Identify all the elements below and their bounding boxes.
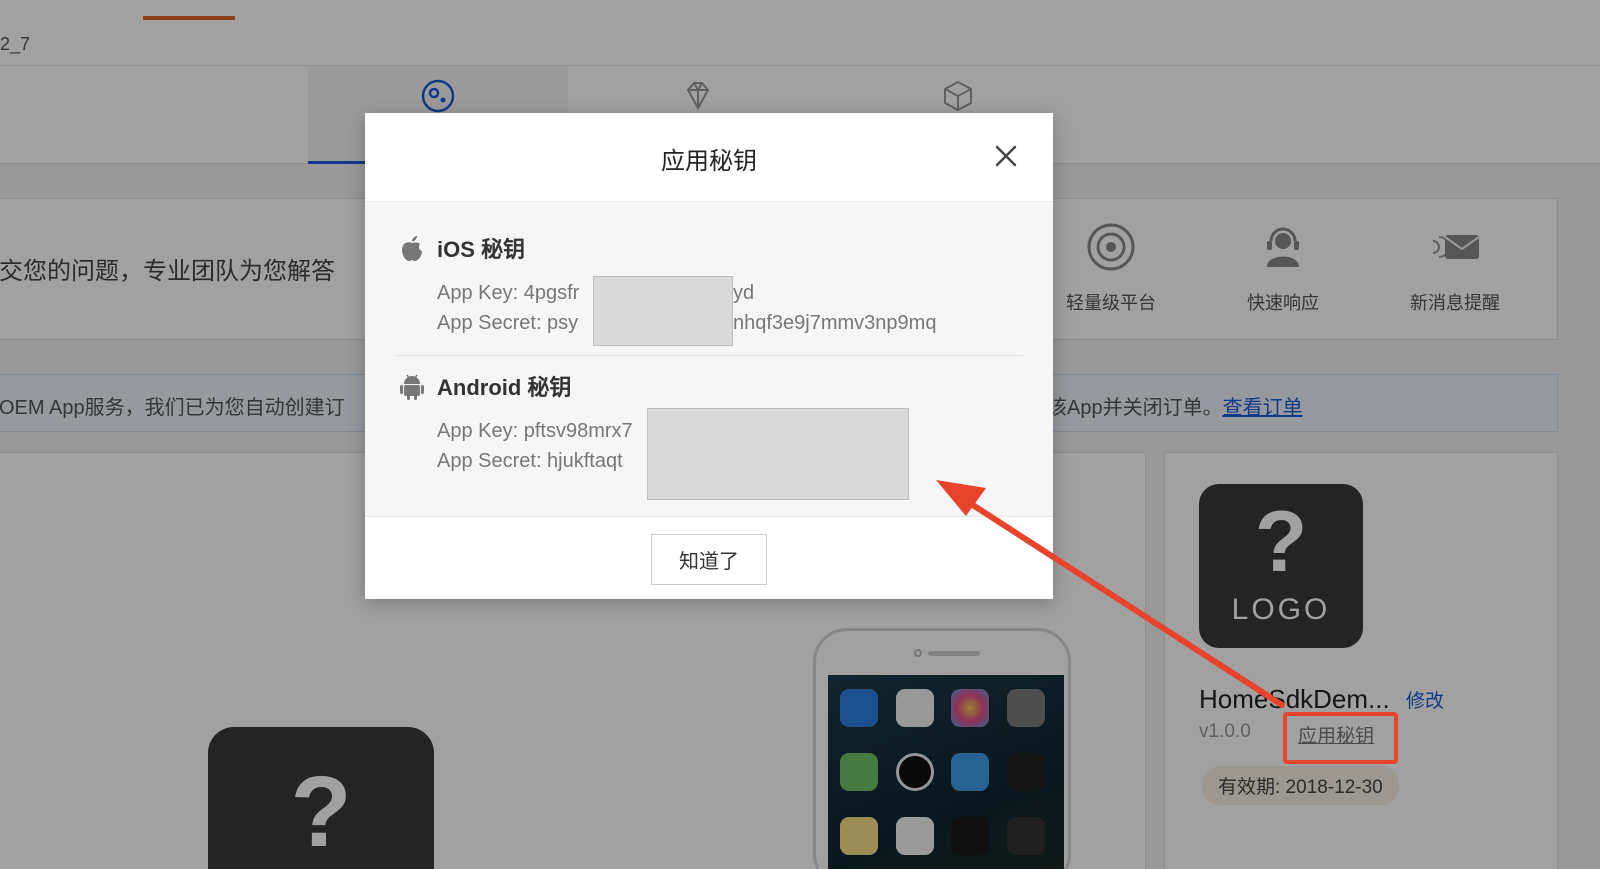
dialog-footer: 知道了 [365, 516, 1053, 599]
got-it-button[interactable]: 知道了 [651, 534, 767, 585]
ios-app-secret-end: nhqf3e9j7mmv3np9mq [733, 312, 937, 334]
ios-heading-text: iOS 秘钥 [437, 237, 526, 262]
ios-section-heading: iOS 秘钥 [399, 232, 525, 264]
redaction-box [593, 276, 733, 346]
android-app-secret-start: App Secret: hjukftaqt [437, 450, 623, 472]
ios-app-key-end: yd [733, 282, 755, 304]
dialog-title: 应用秘钥 [661, 148, 757, 175]
close-icon[interactable] [993, 143, 1019, 169]
dialog-body: iOS 秘钥 App Key: 4pgsfr yd App Secret: ps… [365, 202, 1053, 516]
secret-link-highlight [1283, 712, 1398, 764]
ios-app-key-start: App Key: 4pgsfr [437, 282, 580, 304]
redaction-box [647, 408, 909, 500]
android-section-heading: Android 秘钥 [399, 370, 571, 402]
android-heading-text: Android 秘钥 [437, 375, 572, 400]
apple-icon [402, 236, 422, 261]
android-icon [400, 374, 424, 400]
app-secret-dialog: 应用秘钥 iOS 秘钥 App Key: 4pgsfr yd App Secre… [365, 113, 1053, 599]
dialog-header: 应用秘钥 [365, 113, 1053, 202]
ios-app-secret-start: App Secret: psy [437, 312, 579, 334]
android-app-key-start: App Key: pftsv98mrx7 [437, 420, 633, 442]
section-divider [397, 355, 1023, 356]
